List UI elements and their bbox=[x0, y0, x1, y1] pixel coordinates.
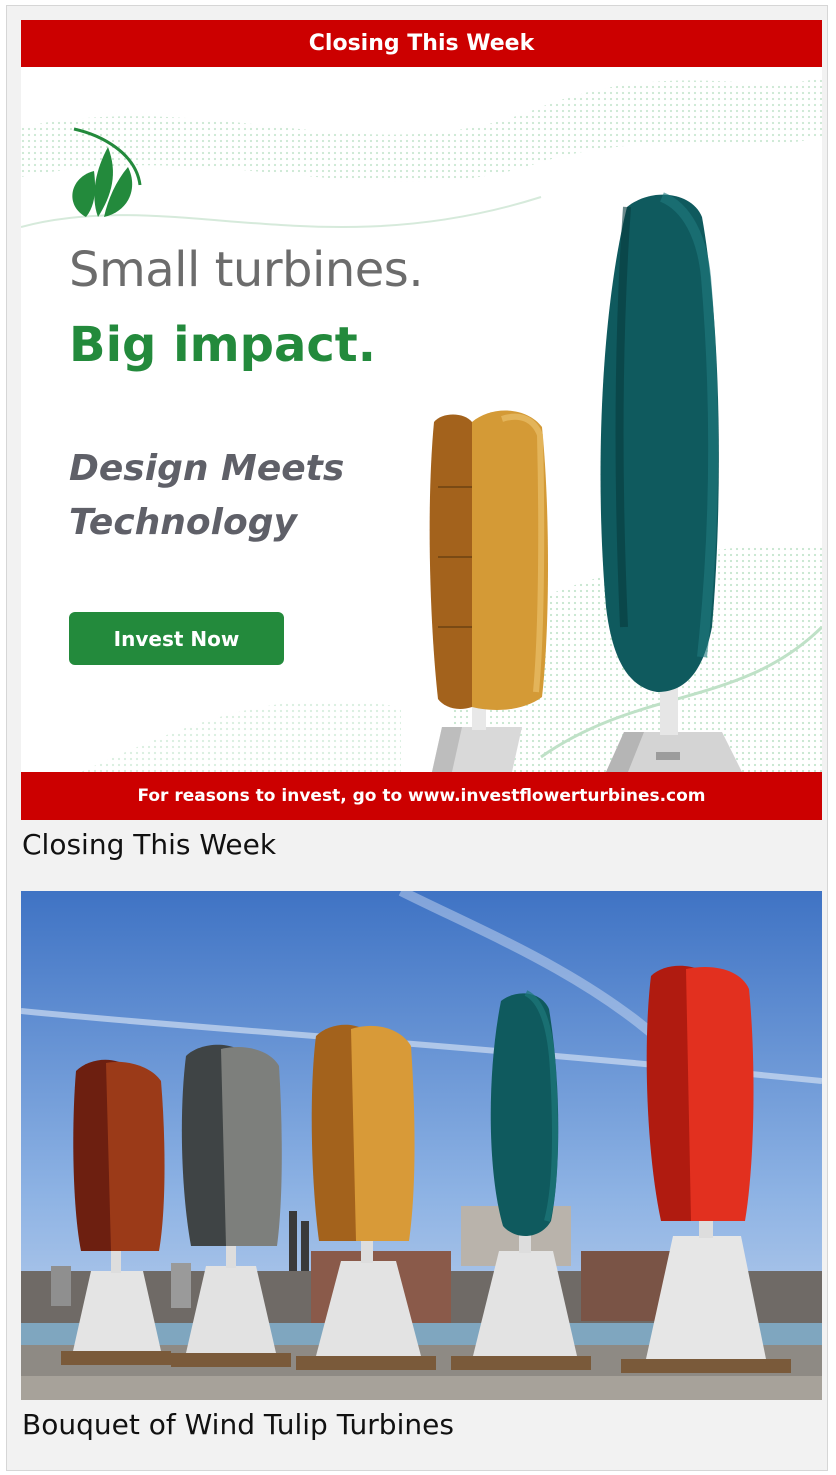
turbines-photo-illustration bbox=[21, 891, 822, 1400]
leaf-logo-icon bbox=[72, 127, 142, 217]
tagline: Design Meets Technology bbox=[69, 448, 345, 543]
ad-bottom-banner: For reasons to invest, go to www.investf… bbox=[21, 772, 822, 820]
turbines-illustration bbox=[429, 192, 742, 772]
image-caption-2: Bouquet of Wind Tulip Turbines bbox=[22, 1408, 454, 1441]
image-caption-1: Closing This Week bbox=[22, 828, 277, 861]
ad-top-banner: Closing This Week bbox=[21, 20, 822, 67]
ad-body: Small turbines. Big impact. Design Meets… bbox=[21, 67, 822, 772]
headline-line-1: Small turbines. bbox=[69, 242, 424, 298]
turbines-photo[interactable] bbox=[21, 891, 822, 1400]
ad-banner-image[interactable]: Closing This Week Small turbines. Big im… bbox=[21, 20, 822, 820]
headline-line-2: Big impact. bbox=[69, 317, 376, 373]
invest-now-button[interactable]: Invest Now bbox=[69, 612, 284, 665]
